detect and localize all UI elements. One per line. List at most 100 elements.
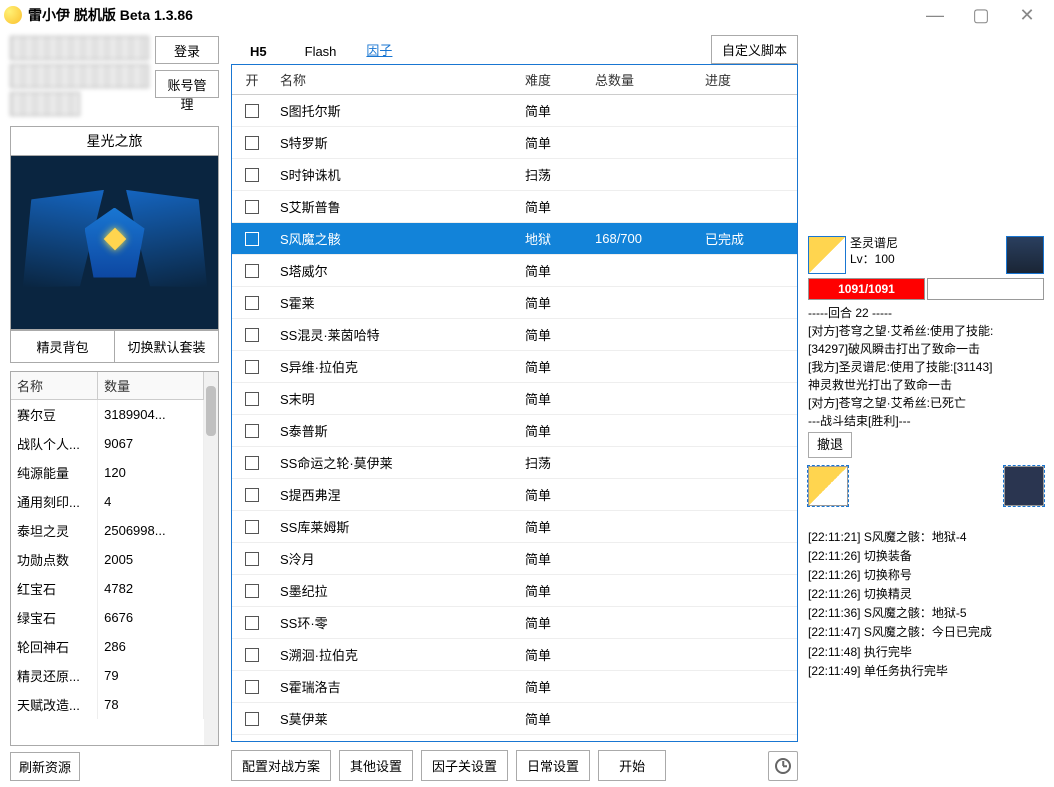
col-progress: 进度 (697, 65, 797, 94)
resource-qty: 3189904... (98, 400, 204, 430)
maximize-button[interactable]: ▢ (958, 0, 1004, 30)
task-row[interactable]: S莫伊莱简单 (232, 703, 797, 735)
task-checkbox[interactable] (245, 552, 259, 566)
schedule-button[interactable] (768, 751, 798, 781)
start-button[interactable]: 开始 (598, 750, 666, 781)
task-row[interactable]: S溯洄·拉伯克简单 (232, 639, 797, 671)
task-checkbox[interactable] (245, 136, 259, 150)
resource-row[interactable]: 精灵还原...79 (11, 661, 204, 690)
minimize-button[interactable]: — (912, 0, 958, 30)
resource-row[interactable]: 通用刻印...4 (11, 487, 204, 516)
resource-row[interactable]: 赛尔豆3189904... (11, 400, 204, 430)
resources-scrollbar[interactable] (204, 372, 218, 745)
task-checkbox[interactable] (245, 168, 259, 182)
battle-line: ---战斗结束[胜利]--- (808, 412, 1044, 430)
task-row[interactable]: S特罗斯简单 (232, 127, 797, 159)
app-logo-icon (4, 6, 22, 24)
task-checkbox[interactable] (245, 104, 259, 118)
battle-plan-button[interactable]: 配置对战方案 (231, 750, 331, 781)
task-row[interactable]: SS环·零简单 (232, 607, 797, 639)
resource-name: 纯源能量 (11, 458, 98, 487)
task-row[interactable]: S图托尔斯简单 (232, 95, 797, 127)
task-checkbox[interactable] (245, 520, 259, 534)
task-name: S图托尔斯 (272, 101, 517, 120)
res-col-name: 名称 (11, 372, 98, 400)
resource-row[interactable]: 红宝石4782 (11, 574, 204, 603)
resource-row[interactable]: 纯源能量120 (11, 458, 204, 487)
custom-script-button[interactable]: 自定义脚本 (711, 35, 798, 64)
task-name: S特罗斯 (272, 133, 517, 152)
account-mgmt-button[interactable]: 账号管理 (155, 70, 219, 98)
task-checkbox[interactable] (245, 392, 259, 406)
task-checkbox[interactable] (245, 584, 259, 598)
resource-row[interactable]: 绿宝石6676 (11, 603, 204, 632)
clock-icon (775, 758, 791, 774)
resource-qty: 4 (98, 487, 204, 516)
task-row[interactable]: SS命运之轮·莫伊莱扫荡 (232, 447, 797, 479)
other-settings-button[interactable]: 其他设置 (339, 750, 413, 781)
task-row[interactable]: S墨纪拉简单 (232, 575, 797, 607)
resource-row[interactable]: 轮回神石286 (11, 632, 204, 661)
task-difficulty: 简单 (517, 709, 587, 728)
daily-settings-button[interactable]: 日常设置 (516, 750, 590, 781)
task-row[interactable]: S末明简单 (232, 383, 797, 415)
task-checkbox[interactable] (245, 680, 259, 694)
task-row[interactable]: S时钟诛机扫荡 (232, 159, 797, 191)
sprite-slot-enemy[interactable] (1004, 466, 1044, 506)
task-row[interactable]: S泠月简单 (232, 543, 797, 575)
task-checkbox[interactable] (245, 264, 259, 278)
task-difficulty: 简单 (517, 677, 587, 696)
login-button[interactable]: 登录 (155, 36, 219, 64)
task-checkbox[interactable] (245, 616, 259, 630)
switch-loadout-button[interactable]: 切换默认套装 (115, 330, 218, 362)
tab-flash[interactable]: Flash (286, 39, 356, 64)
task-checkbox[interactable] (245, 360, 259, 374)
tab-h5[interactable]: H5 (231, 39, 286, 64)
task-row[interactable]: S塔威尔简单 (232, 255, 797, 287)
resource-row[interactable]: 功勋点数2005 (11, 545, 204, 574)
resource-qty: 2506998... (98, 516, 204, 545)
tab-factor[interactable]: 因子 (355, 35, 403, 64)
factor-gate-button[interactable]: 因子关设置 (421, 750, 508, 781)
task-checkbox[interactable] (245, 648, 259, 662)
task-row[interactable]: S泰普斯简单 (232, 415, 797, 447)
task-difficulty: 简单 (517, 389, 587, 408)
task-name: S塔威尔 (272, 261, 517, 280)
task-checkbox[interactable] (245, 328, 259, 342)
task-row[interactable]: S提西弗涅简单 (232, 479, 797, 511)
task-row[interactable]: S霍莱简单 (232, 287, 797, 319)
task-name: S墨纪拉 (272, 581, 517, 600)
account-input[interactable] (10, 36, 149, 60)
task-checkbox[interactable] (245, 296, 259, 310)
extra-input[interactable] (10, 92, 80, 116)
task-name: S末明 (272, 389, 517, 408)
task-checkbox[interactable] (245, 424, 259, 438)
task-checkbox[interactable] (245, 456, 259, 470)
sprite-bag-button[interactable]: 精灵背包 (11, 330, 115, 362)
task-difficulty: 简单 (517, 613, 587, 632)
resource-name: 轮回神石 (11, 632, 98, 661)
task-row[interactable]: S霍瑞洛吉简单 (232, 671, 797, 703)
task-checkbox[interactable] (245, 488, 259, 502)
sprite-slot-ally[interactable] (808, 466, 848, 506)
task-row[interactable]: S风魔之骸地狱168/700已完成 (232, 223, 797, 255)
withdraw-button[interactable]: 撤退 (808, 432, 852, 458)
resource-row[interactable]: 天赋改造...78 (11, 690, 204, 719)
character-panel: 星光之旅 精灵背包 切换默认套装 (10, 126, 219, 363)
password-input[interactable] (10, 64, 149, 88)
resource-row[interactable]: 泰坦之灵2506998... (11, 516, 204, 545)
resource-row[interactable]: 战队个人...9067 (11, 429, 204, 458)
title-bar: 雷小伊 脱机版 Beta 1.3.86 — ▢ ✕ (0, 0, 1054, 30)
task-row[interactable]: S艾斯普鲁简单 (232, 191, 797, 223)
task-checkbox[interactable] (245, 712, 259, 726)
task-row[interactable]: SS混灵·莱茵哈特简单 (232, 319, 797, 351)
col-name: 名称 (272, 65, 517, 94)
refresh-resources-button[interactable]: 刷新资源 (10, 752, 80, 781)
resource-name: 泰坦之灵 (11, 516, 98, 545)
res-col-qty: 数量 (98, 372, 204, 400)
close-button[interactable]: ✕ (1004, 0, 1050, 30)
task-row[interactable]: S异维·拉伯克简单 (232, 351, 797, 383)
task-checkbox[interactable] (245, 232, 259, 246)
task-checkbox[interactable] (245, 200, 259, 214)
task-row[interactable]: SS库莱姆斯简单 (232, 511, 797, 543)
